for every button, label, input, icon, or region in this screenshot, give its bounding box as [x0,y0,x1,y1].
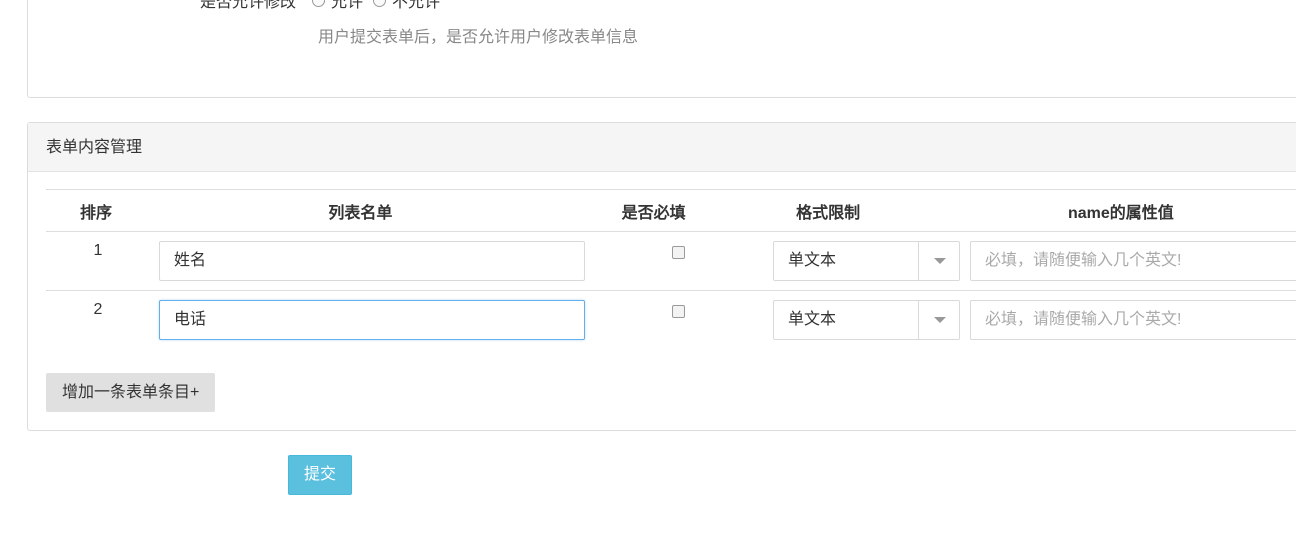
col-format-header: 格式限制 [796,204,861,222]
form-content-panel: 表单内容管理 排序 列表名单 是否必填 格式限制 name的属性值 1 姓名 单… [27,122,1296,431]
add-form-item-button[interactable]: 增加一条表单条目+ [46,373,216,412]
format-select[interactable]: 单文本 [773,300,960,340]
panel-title: 表单内容管理 [28,123,1296,172]
radio-icon[interactable] [312,0,326,7]
format-select[interactable]: 单文本 [773,241,960,281]
table-header: 排序 列表名单 是否必填 格式限制 name的属性值 [46,189,1296,232]
radio-disallow[interactable]: 不允许 [373,0,440,12]
allow-edit-row: 是否允许修改 允许 不允许 [200,0,450,11]
required-checkbox[interactable] [672,305,685,318]
col-order-header: 排序 [79,204,112,222]
allow-edit-label: 是否允许修改 [200,0,297,11]
col-attr-header: name的属性值 [1067,204,1174,222]
radio-disallow-label: 不允许 [392,0,441,11]
item-name-input[interactable]: 电话 [159,300,585,340]
radio-allow-label: 允许 [331,0,364,11]
table-row: 2 电话 单文本 必填，请随便输入几个英文! [46,291,1296,350]
radio-icon[interactable] [373,0,387,7]
name-attr-input[interactable]: 必填，请随便输入几个英文! [970,241,1296,281]
row-order: 2 [93,301,103,318]
allow-edit-help: 用户提交表单后，是否允许用户修改表单信息 [318,29,639,46]
name-attr-input[interactable]: 必填，请随便输入几个英文! [970,300,1296,340]
row-order: 1 [93,242,103,259]
required-checkbox[interactable] [672,246,685,259]
select-toggle[interactable] [918,242,959,280]
select-toggle[interactable] [918,301,959,339]
table-row: 1 姓名 单文本 必填，请随便输入几个英文! [46,232,1296,291]
radio-allow[interactable]: 允许 [312,0,363,12]
item-name-input[interactable]: 姓名 [159,241,585,281]
form-items-table: 排序 列表名单 是否必填 格式限制 name的属性值 1 姓名 单文本 必填，请… [46,189,1296,350]
format-select-value: 单文本 [788,311,837,328]
col-required-header: 是否必填 [621,204,686,222]
chevron-down-icon [934,258,946,264]
chevron-down-icon [934,317,946,323]
col-name-header: 列表名单 [328,204,393,222]
submit-button[interactable]: 提交 [288,455,352,495]
settings-panel: 是否允许修改 允许 不允许 用户提交表单后，是否允许用户修改表单信息 [27,0,1296,98]
format-select-value: 单文本 [788,252,837,269]
